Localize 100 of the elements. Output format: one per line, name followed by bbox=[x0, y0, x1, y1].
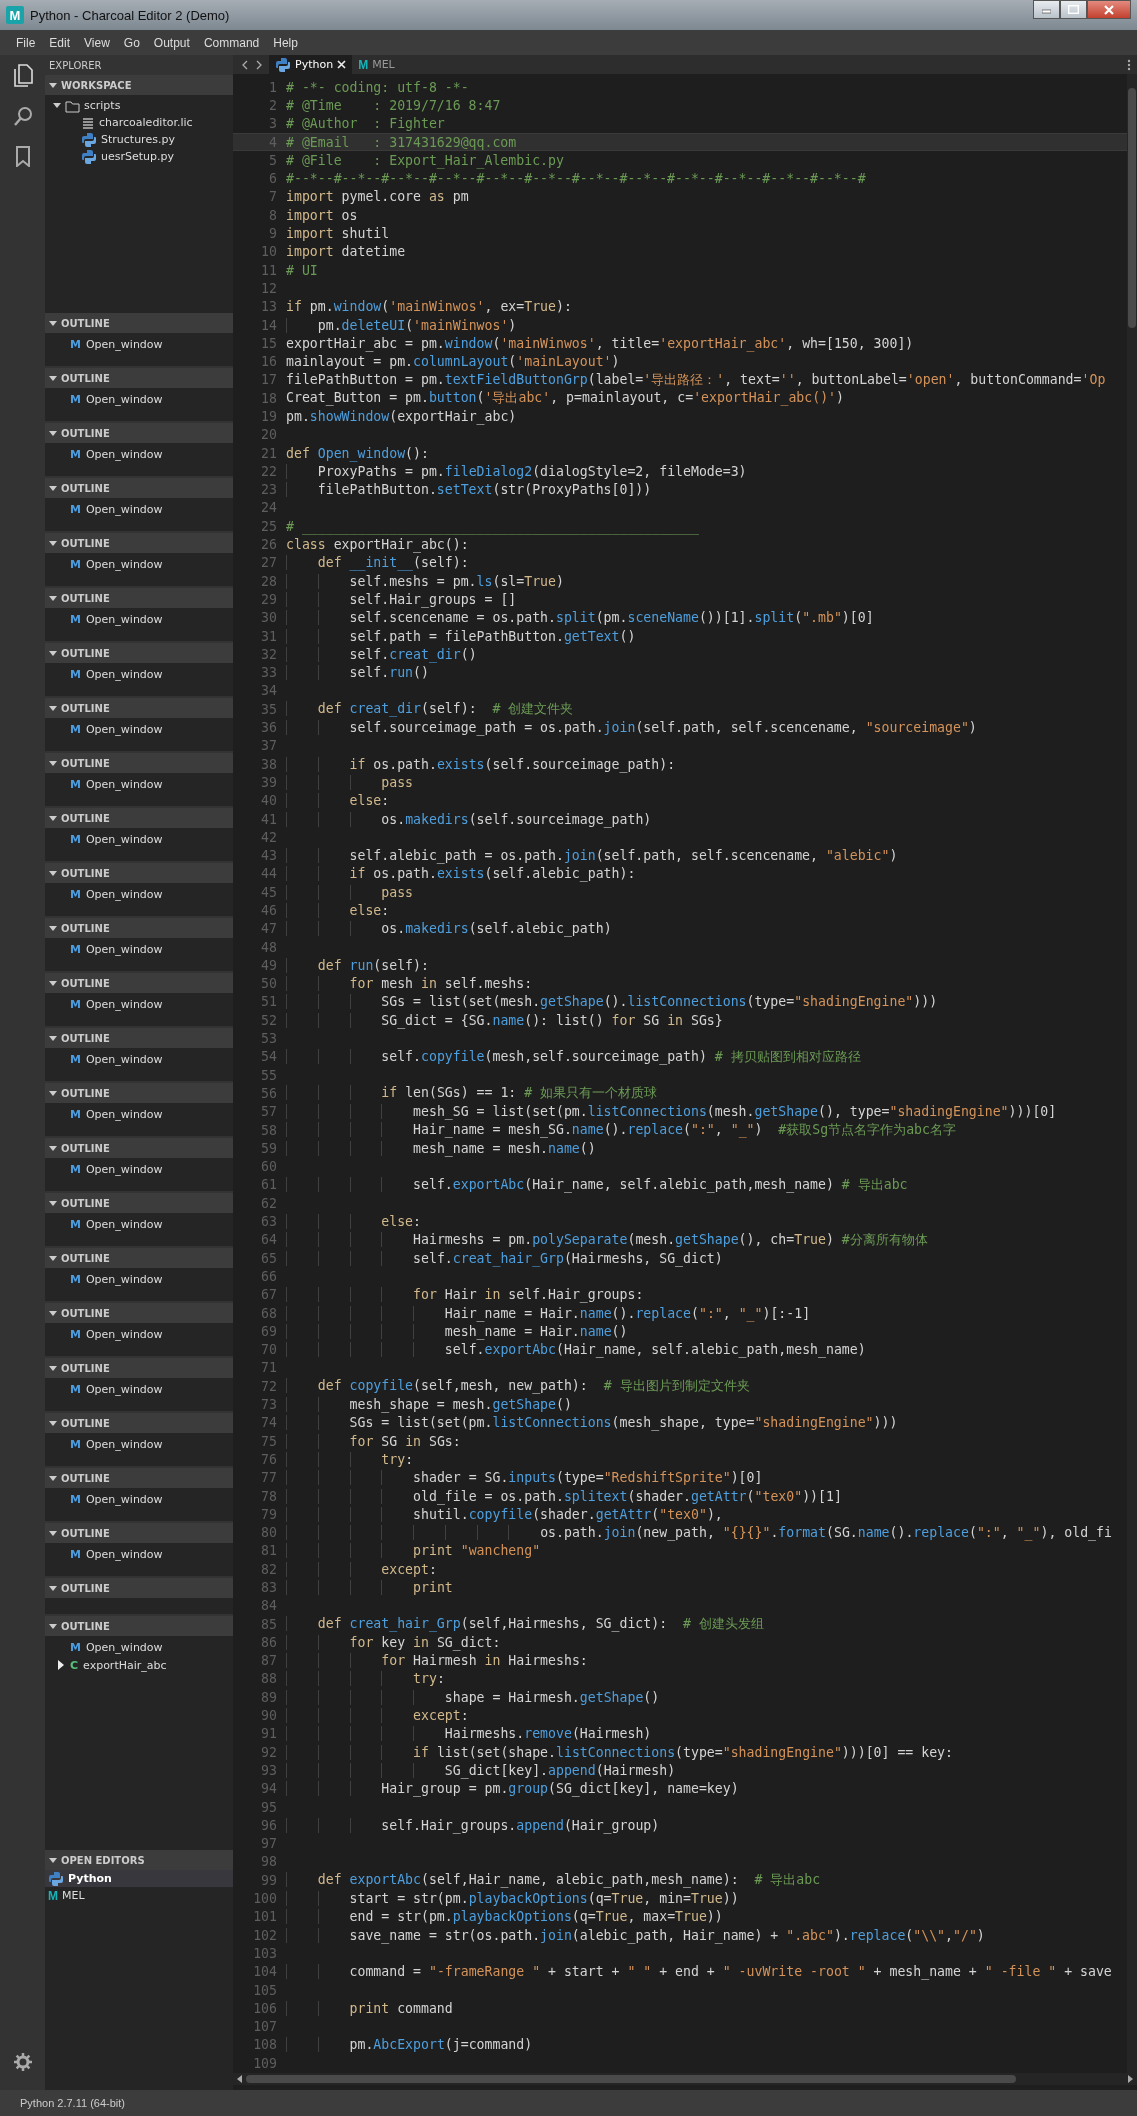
more-icon[interactable] bbox=[1127, 58, 1131, 71]
section-header[interactable]: OUTLINE bbox=[45, 1523, 233, 1543]
section-header[interactable]: OUTLINE bbox=[45, 588, 233, 608]
section-header[interactable]: OUTLINE bbox=[45, 1578, 233, 1598]
section-header[interactable]: OUTLINE bbox=[45, 1028, 233, 1048]
menu-item[interactable]: File bbox=[10, 35, 42, 50]
search-icon[interactable] bbox=[11, 105, 34, 127]
menu-item[interactable]: Edit bbox=[43, 35, 77, 50]
outline-item[interactable]: M Open_window bbox=[45, 1435, 233, 1453]
expand-arrow-icon bbox=[49, 649, 57, 657]
code-line: try: bbox=[286, 1451, 414, 1467]
section-header[interactable]: WORKSPACE bbox=[45, 75, 233, 95]
scroll-right-icon[interactable] bbox=[1128, 2075, 1133, 2083]
line-number: 34 bbox=[260, 683, 277, 699]
section-header[interactable]: OUTLINE bbox=[45, 1616, 233, 1636]
code-line: self.Hair_groups.append(Hair_group) bbox=[286, 1817, 660, 1833]
outline-item[interactable]: M Open_window bbox=[45, 830, 233, 848]
section-header[interactable]: OUTLINE bbox=[45, 918, 233, 938]
outline-item[interactable]: M Open_window bbox=[45, 555, 233, 573]
section-header[interactable]: OUTLINE bbox=[45, 808, 233, 828]
section-header[interactable]: OUTLINE bbox=[45, 753, 233, 773]
expand-arrow-icon bbox=[49, 374, 57, 382]
outline-item[interactable]: M Open_window bbox=[45, 1638, 233, 1656]
section-header[interactable]: OUTLINE bbox=[45, 1303, 233, 1323]
expand-arrow-icon bbox=[49, 81, 57, 89]
section-header[interactable]: OUTLINE bbox=[45, 1413, 233, 1433]
menu-item[interactable]: Output bbox=[147, 35, 196, 50]
settings-icon[interactable] bbox=[12, 2052, 33, 2072]
outline-item[interactable]: M Open_window bbox=[45, 1490, 233, 1508]
tree-item[interactable]: uesrSetup.py bbox=[45, 148, 233, 165]
outline-item[interactable]: M Open_window bbox=[45, 1160, 233, 1178]
section-header[interactable]: OUTLINE bbox=[45, 478, 233, 498]
editor-tab[interactable]: Python bbox=[269, 55, 353, 74]
section-header[interactable]: OPEN EDITORS bbox=[45, 1850, 233, 1870]
outline-item[interactable]: M Open_window bbox=[45, 335, 233, 353]
line-number: 90 bbox=[260, 1708, 277, 1724]
close-button[interactable] bbox=[1087, 0, 1131, 19]
open-editor-item[interactable]: Python bbox=[45, 1870, 233, 1887]
section-header[interactable]: OUTLINE bbox=[45, 1138, 233, 1158]
section-header[interactable]: OUTLINE bbox=[45, 1248, 233, 1268]
section-header[interactable]: OUTLINE bbox=[45, 973, 233, 993]
section-header[interactable]: OUTLINE bbox=[45, 643, 233, 663]
outline-item[interactable]: M Open_window bbox=[45, 1050, 233, 1068]
expand-arrow-icon bbox=[49, 429, 57, 437]
section-header[interactable]: OUTLINE bbox=[45, 1468, 233, 1488]
code-line: # @Email : 317431629@qq.com bbox=[286, 134, 517, 150]
section-header[interactable]: OUTLINE bbox=[45, 423, 233, 443]
section-title: OUTLINE bbox=[61, 1527, 110, 1539]
back-icon[interactable] bbox=[241, 59, 249, 70]
outline-item[interactable]: M Open_window bbox=[45, 1105, 233, 1123]
outline-item[interactable]: M Open_window bbox=[45, 500, 233, 518]
horizontal-scrollbar[interactable] bbox=[233, 2073, 1137, 2085]
outline-item[interactable]: M Open_window bbox=[45, 665, 233, 683]
outline-item[interactable]: M Open_window bbox=[45, 995, 233, 1013]
close-icon[interactable] bbox=[337, 60, 347, 69]
line-number: 40 bbox=[260, 793, 277, 809]
menu-item[interactable]: Command bbox=[197, 35, 266, 50]
outline-item[interactable]: M Open_window bbox=[45, 1270, 233, 1288]
outline-item[interactable]: M Open_window bbox=[45, 390, 233, 408]
outline-item[interactable]: M Open_window bbox=[45, 885, 233, 903]
vertical-scrollbar[interactable] bbox=[1127, 74, 1137, 2073]
maximize-button[interactable] bbox=[1060, 0, 1087, 19]
outline-item[interactable]: M Open_window bbox=[45, 1380, 233, 1398]
section-header[interactable]: OUTLINE bbox=[45, 313, 233, 333]
menu-item[interactable]: View bbox=[78, 35, 116, 50]
expand-arrow-icon bbox=[49, 1419, 57, 1427]
python-file-icon bbox=[81, 148, 97, 165]
menu-item[interactable]: Help bbox=[267, 35, 304, 50]
outline-item[interactable]: M Open_window bbox=[45, 1545, 233, 1563]
code-line: def Open_window(): bbox=[286, 445, 429, 461]
section-header[interactable]: OUTLINE bbox=[45, 1083, 233, 1103]
section-header[interactable]: OUTLINE bbox=[45, 1358, 233, 1378]
scroll-left-icon[interactable] bbox=[237, 2075, 242, 2083]
minimize-button[interactable] bbox=[1033, 0, 1060, 19]
open-editor-item[interactable]: M MEL bbox=[45, 1887, 233, 1904]
section-header[interactable]: OUTLINE bbox=[45, 1193, 233, 1213]
menu-item[interactable]: Go bbox=[117, 35, 146, 50]
window-title: Python - Charcoal Editor 2 (Demo) bbox=[30, 7, 231, 23]
outline-item[interactable]: M Open_window bbox=[45, 720, 233, 738]
tree-item[interactable]: charcoaleditor.lic bbox=[45, 114, 233, 131]
outline-item[interactable]: C exportHair_abc bbox=[45, 1656, 233, 1674]
expand-arrow-icon bbox=[49, 869, 57, 877]
outline-item[interactable]: M Open_window bbox=[45, 775, 233, 793]
line-number: 26 bbox=[260, 537, 277, 553]
section-header[interactable]: OUTLINE bbox=[45, 698, 233, 718]
outline-item[interactable]: M Open_window bbox=[45, 610, 233, 628]
code-line: for mesh in self.meshs: bbox=[286, 976, 533, 992]
section-header[interactable]: OUTLINE bbox=[45, 863, 233, 883]
outline-item[interactable]: M Open_window bbox=[45, 445, 233, 463]
section-header[interactable]: OUTLINE bbox=[45, 533, 233, 553]
outline-item[interactable]: M Open_window bbox=[45, 1215, 233, 1233]
code-line: self.copyfile(mesh,self.sourceimage_path) # 拷贝贴图到相对应路径 bbox=[286, 1047, 861, 1066]
section-header[interactable]: OUTLINE bbox=[45, 368, 233, 388]
line-number: 42 bbox=[260, 829, 277, 845]
tree-item[interactable]: Structures.py bbox=[45, 131, 233, 148]
forward-icon[interactable] bbox=[255, 59, 263, 70]
line-number: 106 bbox=[252, 2000, 277, 2016]
outline-item[interactable]: M Open_window bbox=[45, 1325, 233, 1343]
tree-item[interactable]: scripts bbox=[45, 97, 233, 114]
outline-item[interactable]: M Open_window bbox=[45, 940, 233, 958]
